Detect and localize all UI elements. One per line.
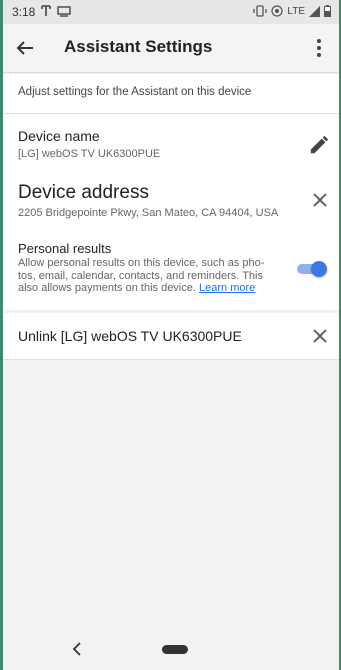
personal-results-line1: Allow personal results on this device, s…	[18, 257, 265, 269]
personal-results-line3-wrap: also allows payments on this device. Lea…	[18, 282, 280, 295]
more-options-icon[interactable]	[307, 36, 331, 60]
nav-home-pill[interactable]	[162, 645, 188, 654]
personal-results-toggle[interactable]	[297, 260, 327, 278]
device-name-value: [LG] webOS TV UK6300PUE	[18, 148, 161, 160]
device-address-label: Device address	[18, 182, 149, 203]
personal-results-line3: also allows payments on this device.	[18, 282, 196, 294]
personal-results-line2: tos, email, calendar, contacts, and remi…	[18, 269, 263, 282]
settings-list: Device name [LG] webOS TV UK6300PUE Devi…	[3, 114, 339, 310]
edit-pencil-icon[interactable]	[308, 134, 330, 156]
app-bar: Assistant Settings	[3, 24, 339, 73]
back-arrow-icon[interactable]	[13, 36, 37, 60]
cast-screen-icon	[57, 6, 71, 17]
personal-results-label: Personal results	[18, 241, 112, 256]
status-time: 3:18	[12, 5, 36, 19]
description-row: Adjust settings for the Assistant on thi…	[3, 74, 339, 114]
unlink-row[interactable]: Unlink [LG] webOS TV UK6300PUE	[3, 313, 339, 360]
status-bar: 3:18 LTE	[3, 0, 339, 24]
nav-back-icon[interactable]	[67, 638, 87, 660]
unlink-close-icon[interactable]	[310, 326, 330, 346]
status-right: LTE	[253, 4, 331, 18]
unlink-label: Unlink [LG] webOS TV UK6300PUE	[18, 328, 242, 344]
phone-screen: 3:18 LTE Assistant Settings Adjust setti…	[3, 0, 339, 670]
signal-icon	[309, 5, 320, 17]
description-text: Adjust settings for the Assistant on thi…	[18, 86, 252, 98]
network-label: LTE	[287, 5, 305, 17]
toggle-thumb	[311, 261, 327, 277]
learn-more-link[interactable]: Learn more	[199, 282, 255, 294]
hotspot-icon	[271, 5, 283, 17]
vibrate-icon	[253, 5, 268, 17]
battery-icon	[324, 5, 331, 17]
device-name-label: Device name	[18, 128, 100, 144]
navigation-bar	[3, 630, 339, 670]
antenna-icon	[41, 5, 51, 16]
page-title: Assistant Settings	[64, 37, 213, 56]
device-address-value: 2205 Bridgepointe Pkwy, San Mateo, CA 94…	[18, 207, 279, 219]
clear-address-icon[interactable]	[310, 190, 330, 210]
personal-results-description: Allow personal results on this device, s…	[18, 257, 280, 295]
